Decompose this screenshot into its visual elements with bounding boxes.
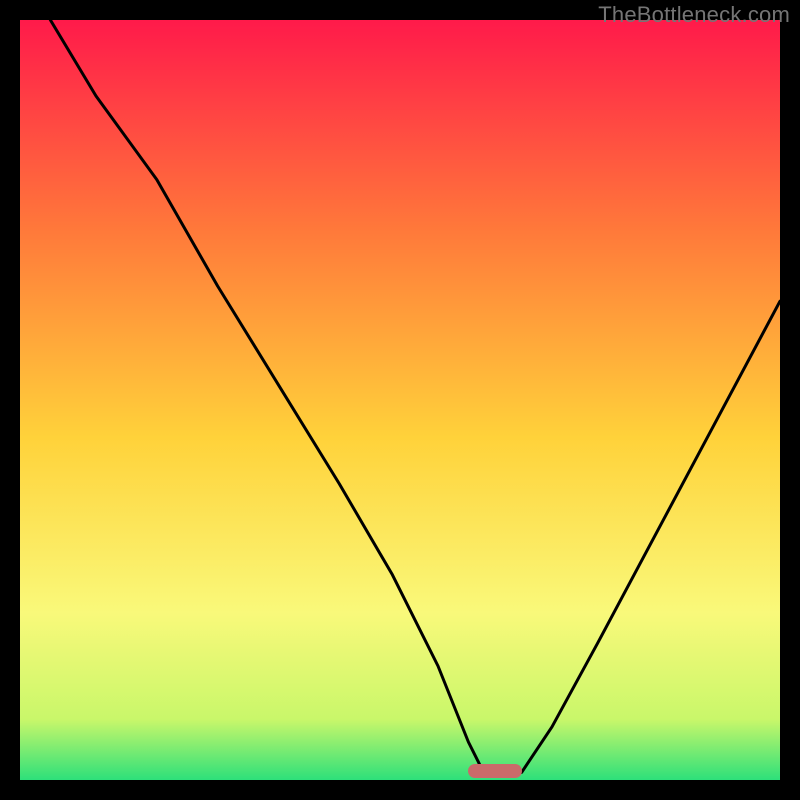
bottleneck-curve — [20, 20, 780, 780]
watermark-text: TheBottleneck.com — [598, 2, 790, 28]
plot-area — [20, 20, 780, 780]
optimal-marker — [468, 764, 521, 778]
chart-frame: TheBottleneck.com — [0, 0, 800, 800]
